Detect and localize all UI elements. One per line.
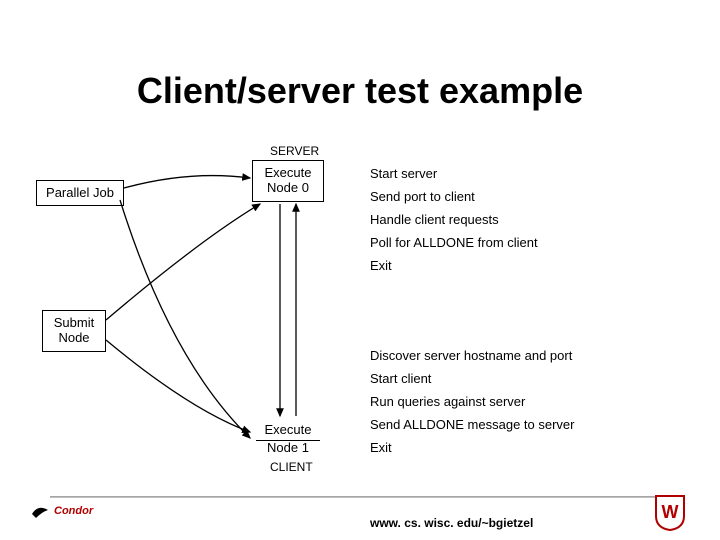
client-steps: Discover server hostname and port Start …	[370, 348, 575, 463]
client-step-3: Send ALLDONE message to server	[370, 417, 575, 432]
execute-node0-line2: Node 0	[267, 181, 309, 196]
server-label: SERVER	[270, 144, 319, 158]
submit-node-line2: Node	[58, 331, 89, 346]
execute-node1-line2: Node 1	[267, 441, 309, 456]
server-steps: Start server Send port to client Handle …	[370, 166, 538, 281]
footer-divider	[50, 496, 670, 498]
condor-logo: Condor	[30, 500, 120, 525]
parallel-job-box: Parallel Job	[36, 180, 124, 206]
execute-node1-box: Execute Node 1	[252, 418, 324, 460]
server-step-3: Poll for ALLDONE from client	[370, 235, 538, 250]
submit-node-line1: Submit	[54, 316, 94, 331]
footer-url: www. cs. wisc. edu/~bgietzel	[370, 516, 533, 530]
server-step-4: Exit	[370, 258, 538, 273]
page-title: Client/server test example	[0, 70, 720, 112]
submit-node-box: Submit Node	[42, 310, 106, 352]
client-step-1: Start client	[370, 371, 575, 386]
client-label: CLIENT	[270, 460, 313, 474]
client-step-4: Exit	[370, 440, 575, 455]
server-step-0: Start server	[370, 166, 538, 181]
execute-node0-line1: Execute	[265, 166, 312, 181]
svg-text:Condor: Condor	[54, 505, 94, 517]
execute-node1-line1: Execute	[256, 423, 320, 441]
server-step-2: Handle client requests	[370, 212, 538, 227]
client-step-2: Run queries against server	[370, 394, 575, 409]
client-step-0: Discover server hostname and port	[370, 348, 575, 363]
execute-node0-box: Execute Node 0	[252, 160, 324, 202]
parallel-job-text: Parallel Job	[46, 186, 114, 201]
server-step-1: Send port to client	[370, 189, 538, 204]
svg-text:W: W	[662, 502, 679, 522]
wisconsin-crest-icon: W	[650, 492, 690, 532]
